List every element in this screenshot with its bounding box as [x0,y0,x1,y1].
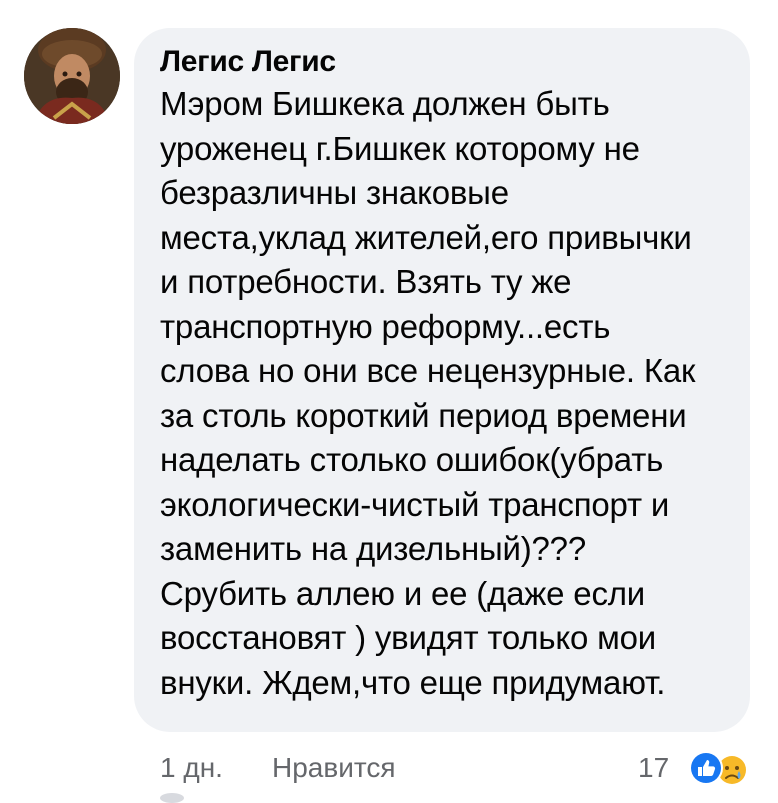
comment-text-line: места,уклад жителей,его привычки [160,218,692,256]
avatar-image [24,28,120,124]
avatar[interactable] [24,28,120,124]
comment-text-line: заменить на дизельный)??? [160,530,586,567]
comment-author[interactable]: Легис Легис [160,44,730,80]
comment-text-line: наделать столько ошибок(убрать [160,441,664,478]
comment-text: Мэром Бишкека должен быть уроженец г.Биш… [160,82,730,705]
reaction-count[interactable]: 17 [638,748,669,788]
reaction-icons[interactable] [676,748,756,788]
like-icon [689,751,723,785]
comment-text-line: Срубить аллею и ее (даже если [160,574,646,612]
comment-text-line: безразличны знаковые [160,174,509,211]
comment-text-line: и потребности. Взять ту же [160,263,572,300]
next-item-edge [160,793,184,803]
like-button[interactable]: Нравится [272,748,396,788]
comment-timestamp[interactable]: 1 дн. [160,748,223,788]
comment-text-line: Мэром Бишкека должен быть [160,85,610,122]
comment-text-line: транспортную реформу...есть [160,307,611,345]
comment-text-line: уроженец г.Бишкек которому не [160,129,640,167]
comment-bubble: Легис Легис Мэром Бишкека должен быть ур… [134,28,750,732]
comment-text-line: внуки. Ждем,что еще придумают. [160,663,666,701]
comment-text-line: экологически-чистый транспорт и [160,485,670,523]
comment-text-line: слова но они все нецензурные. Как [160,352,696,389]
comment-text-line: восстановят ) увидят только мои [160,619,656,656]
comment-text-line: за столь короткий период времени [160,396,687,434]
comment-meta: 1 дн. Нравится 17 [160,748,760,788]
